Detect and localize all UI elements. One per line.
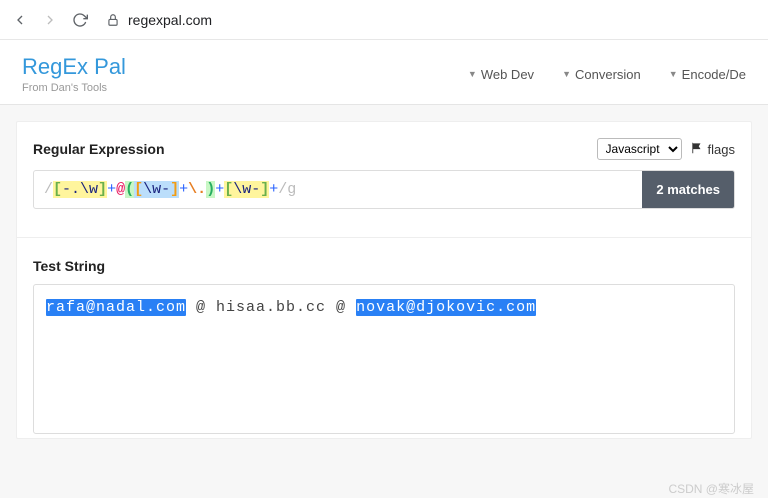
regex-controls: Javascript flags: [597, 138, 735, 160]
logo-text: RegEx Pal: [22, 54, 126, 80]
content-area: Regular Expression Javascript flags / [-…: [0, 105, 768, 498]
test-string-input[interactable]: rafa@nadal.com @ hisaa.bb.cc @ novak@djo…: [33, 284, 735, 434]
regex-delim-open: /: [44, 181, 53, 198]
top-nav: ▼Web Dev ▼Conversion ▼Encode/De: [468, 67, 746, 82]
main-panel: Regular Expression Javascript flags / [-…: [16, 121, 752, 439]
tok-bracket-close: ]: [98, 181, 107, 198]
tok-quantifier: +: [269, 181, 278, 198]
tok-quantifier: +: [107, 181, 116, 198]
tok-charclass: -.\w: [62, 181, 98, 198]
caret-down-icon: ▼: [468, 69, 477, 79]
watermark: CSDN @寒冰屋: [668, 480, 754, 497]
flags-toggle[interactable]: flags: [690, 141, 735, 158]
tok-literal-at: @: [116, 181, 125, 198]
forward-icon[interactable]: [42, 12, 58, 28]
regex-input[interactable]: / [-.\w] + @ ([\w-]+\.) + [\w-] + /g: [34, 171, 642, 208]
url-bar[interactable]: regexpal.com: [102, 12, 756, 28]
regex-row: / [-.\w] + @ ([\w-]+\.) + [\w-] + /g 2 m…: [33, 170, 735, 209]
tok-group-open: (: [125, 181, 134, 198]
logo-block[interactable]: RegEx Pal From Dan's Tools: [22, 54, 126, 94]
url-text: regexpal.com: [128, 12, 212, 28]
regex-section-head: Regular Expression Javascript flags: [33, 138, 735, 160]
tok-bracket-close: ]: [170, 181, 179, 198]
site-header: RegEx Pal From Dan's Tools ▼Web Dev ▼Con…: [0, 40, 768, 105]
nav-encode[interactable]: ▼Encode/De: [669, 67, 746, 82]
tok-quantifier: +: [215, 181, 224, 198]
nav-web-dev[interactable]: ▼Web Dev: [468, 67, 534, 82]
flavor-select[interactable]: Javascript: [597, 138, 682, 160]
tok-bracket-open: [: [134, 181, 143, 198]
tok-charclass: \w-: [143, 181, 170, 198]
tok-quantifier: +: [179, 181, 188, 198]
tok-charclass: \w-: [233, 181, 260, 198]
flag-icon: [690, 141, 704, 158]
test-text: @ hisaa.bb.cc @: [186, 299, 356, 316]
test-title: Test String: [33, 258, 105, 274]
tok-group-close: ): [206, 181, 215, 198]
matches-badge[interactable]: 2 matches: [642, 171, 734, 208]
browser-toolbar: regexpal.com: [0, 0, 768, 40]
tok-bracket-open: [: [224, 181, 233, 198]
test-section-head: Test String: [33, 258, 735, 274]
tok-bracket-close: ]: [260, 181, 269, 198]
lock-icon: [106, 13, 120, 27]
regex-title: Regular Expression: [33, 141, 165, 157]
caret-down-icon: ▼: [669, 69, 678, 79]
caret-down-icon: ▼: [562, 69, 571, 79]
logo-subtitle: From Dan's Tools: [22, 82, 126, 94]
regex-flag: g: [287, 181, 296, 198]
back-icon[interactable]: [12, 12, 28, 28]
tok-escape-dot: \.: [188, 181, 206, 198]
nav-conversion[interactable]: ▼Conversion: [562, 67, 641, 82]
match-highlight: novak@djokovic.com: [356, 299, 536, 316]
match-highlight: rafa@nadal.com: [46, 299, 186, 316]
divider: [17, 237, 751, 238]
reload-icon[interactable]: [72, 12, 88, 28]
regex-delim-close: /: [278, 181, 287, 198]
tok-bracket-open: [: [53, 181, 62, 198]
